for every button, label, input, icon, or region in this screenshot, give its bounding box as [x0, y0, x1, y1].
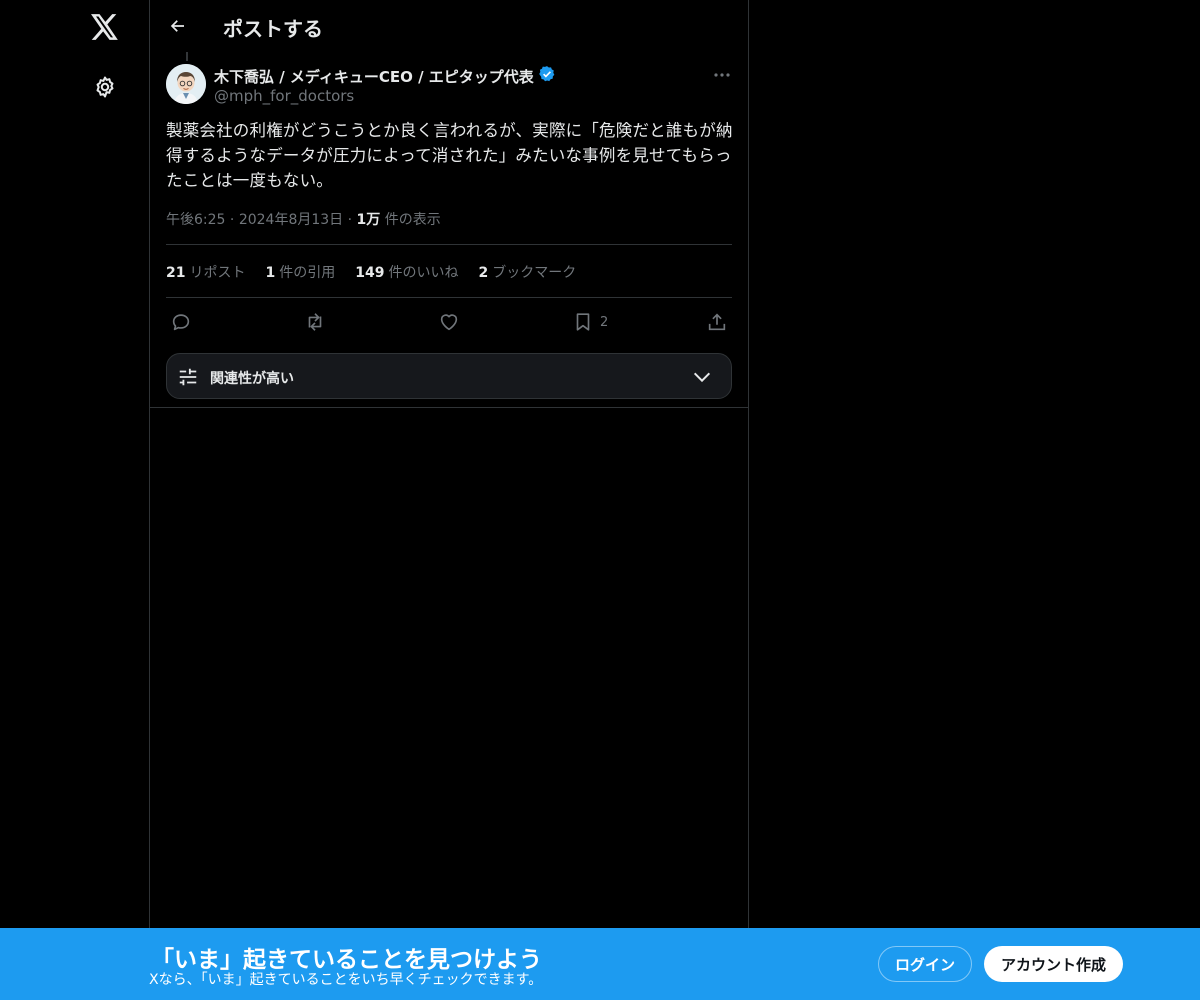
gear-icon[interactable]: [91, 73, 119, 101]
tweet-time[interactable]: 午後6:25: [166, 212, 225, 228]
divider: [166, 244, 732, 245]
chevron-down-icon: [691, 366, 713, 388]
sort-label: 関連性が高い: [210, 371, 294, 387]
repost-icon[interactable]: [303, 308, 327, 336]
stat-label: 件のいいね: [388, 265, 459, 281]
signup-button[interactable]: アカウント作成: [984, 946, 1123, 982]
stat-quotes[interactable]: 1 件の引用: [265, 262, 335, 282]
stat-number: 149: [355, 265, 385, 281]
back-arrow-icon[interactable]: [164, 12, 192, 40]
divider: [166, 297, 732, 298]
main-column: ポストする 木下喬弘 / メディキューCEO / エピタップ代表 @mph_fo…: [149, 0, 749, 1000]
stat-likes[interactable]: 149 件のいいね: [355, 262, 458, 282]
views-label: 件の表示: [384, 212, 441, 228]
thread-line: [186, 52, 188, 61]
tweet-actions: 2: [166, 308, 732, 336]
reply-icon[interactable]: [170, 308, 192, 336]
stat-label: ブックマーク: [492, 265, 577, 281]
share-icon[interactable]: [706, 308, 728, 336]
more-icon[interactable]: [710, 64, 734, 86]
tweet-meta: 午後6:25 · 2024年8月13日 · 1万 件の表示: [166, 209, 441, 229]
tweet-stats: 21 リポスト 1 件の引用 149 件のいいね 2 ブックマーク: [166, 262, 576, 282]
author-handle[interactable]: @mph_for_doctors: [214, 87, 354, 105]
bookmark-button[interactable]: 2: [572, 308, 608, 336]
views-count: 1万: [356, 212, 381, 228]
header: ポストする: [150, 0, 748, 53]
verified-icon: [538, 65, 556, 87]
sliders-icon: [177, 366, 199, 388]
stat-label: 件の引用: [279, 265, 336, 281]
stat-number: 1: [265, 265, 276, 281]
x-logo-icon[interactable]: [89, 11, 121, 43]
author-name[interactable]: 木下喬弘 / メディキューCEO / エピタップ代表: [214, 65, 556, 87]
login-button[interactable]: ログイン: [878, 946, 972, 982]
tweet-text: 製薬会社の利権がどうこうとか良く言われるが、実際に「危険だと誰もが納得するような…: [166, 121, 733, 190]
bookmark-icon: [576, 313, 590, 331]
stat-reposts[interactable]: 21 リポスト: [166, 262, 245, 282]
author-name-text[interactable]: 木下喬弘 / メディキューCEO / エピタップ代表: [214, 66, 534, 87]
stat-label: リポスト: [189, 265, 246, 281]
stat-bookmarks[interactable]: 2 ブックマーク: [478, 262, 576, 282]
sort-relevance-dropdown[interactable]: 関連性が高い: [166, 353, 732, 399]
avatar[interactable]: [166, 64, 206, 104]
bookmark-count: 2: [600, 314, 609, 330]
page-title: ポストする: [223, 17, 323, 41]
stat-number: 2: [478, 265, 489, 281]
tweet-date[interactable]: 2024年8月13日: [239, 212, 343, 228]
meta-separator: ·: [347, 212, 357, 228]
meta-separator: ·: [229, 212, 239, 228]
banner-subtitle: Xなら、「いま」起きていることをいち早くチェックできます。: [149, 972, 543, 988]
like-icon[interactable]: [438, 308, 460, 336]
divider: [150, 407, 748, 408]
left-nav: [0, 0, 150, 1000]
stat-number: 21: [166, 265, 186, 281]
